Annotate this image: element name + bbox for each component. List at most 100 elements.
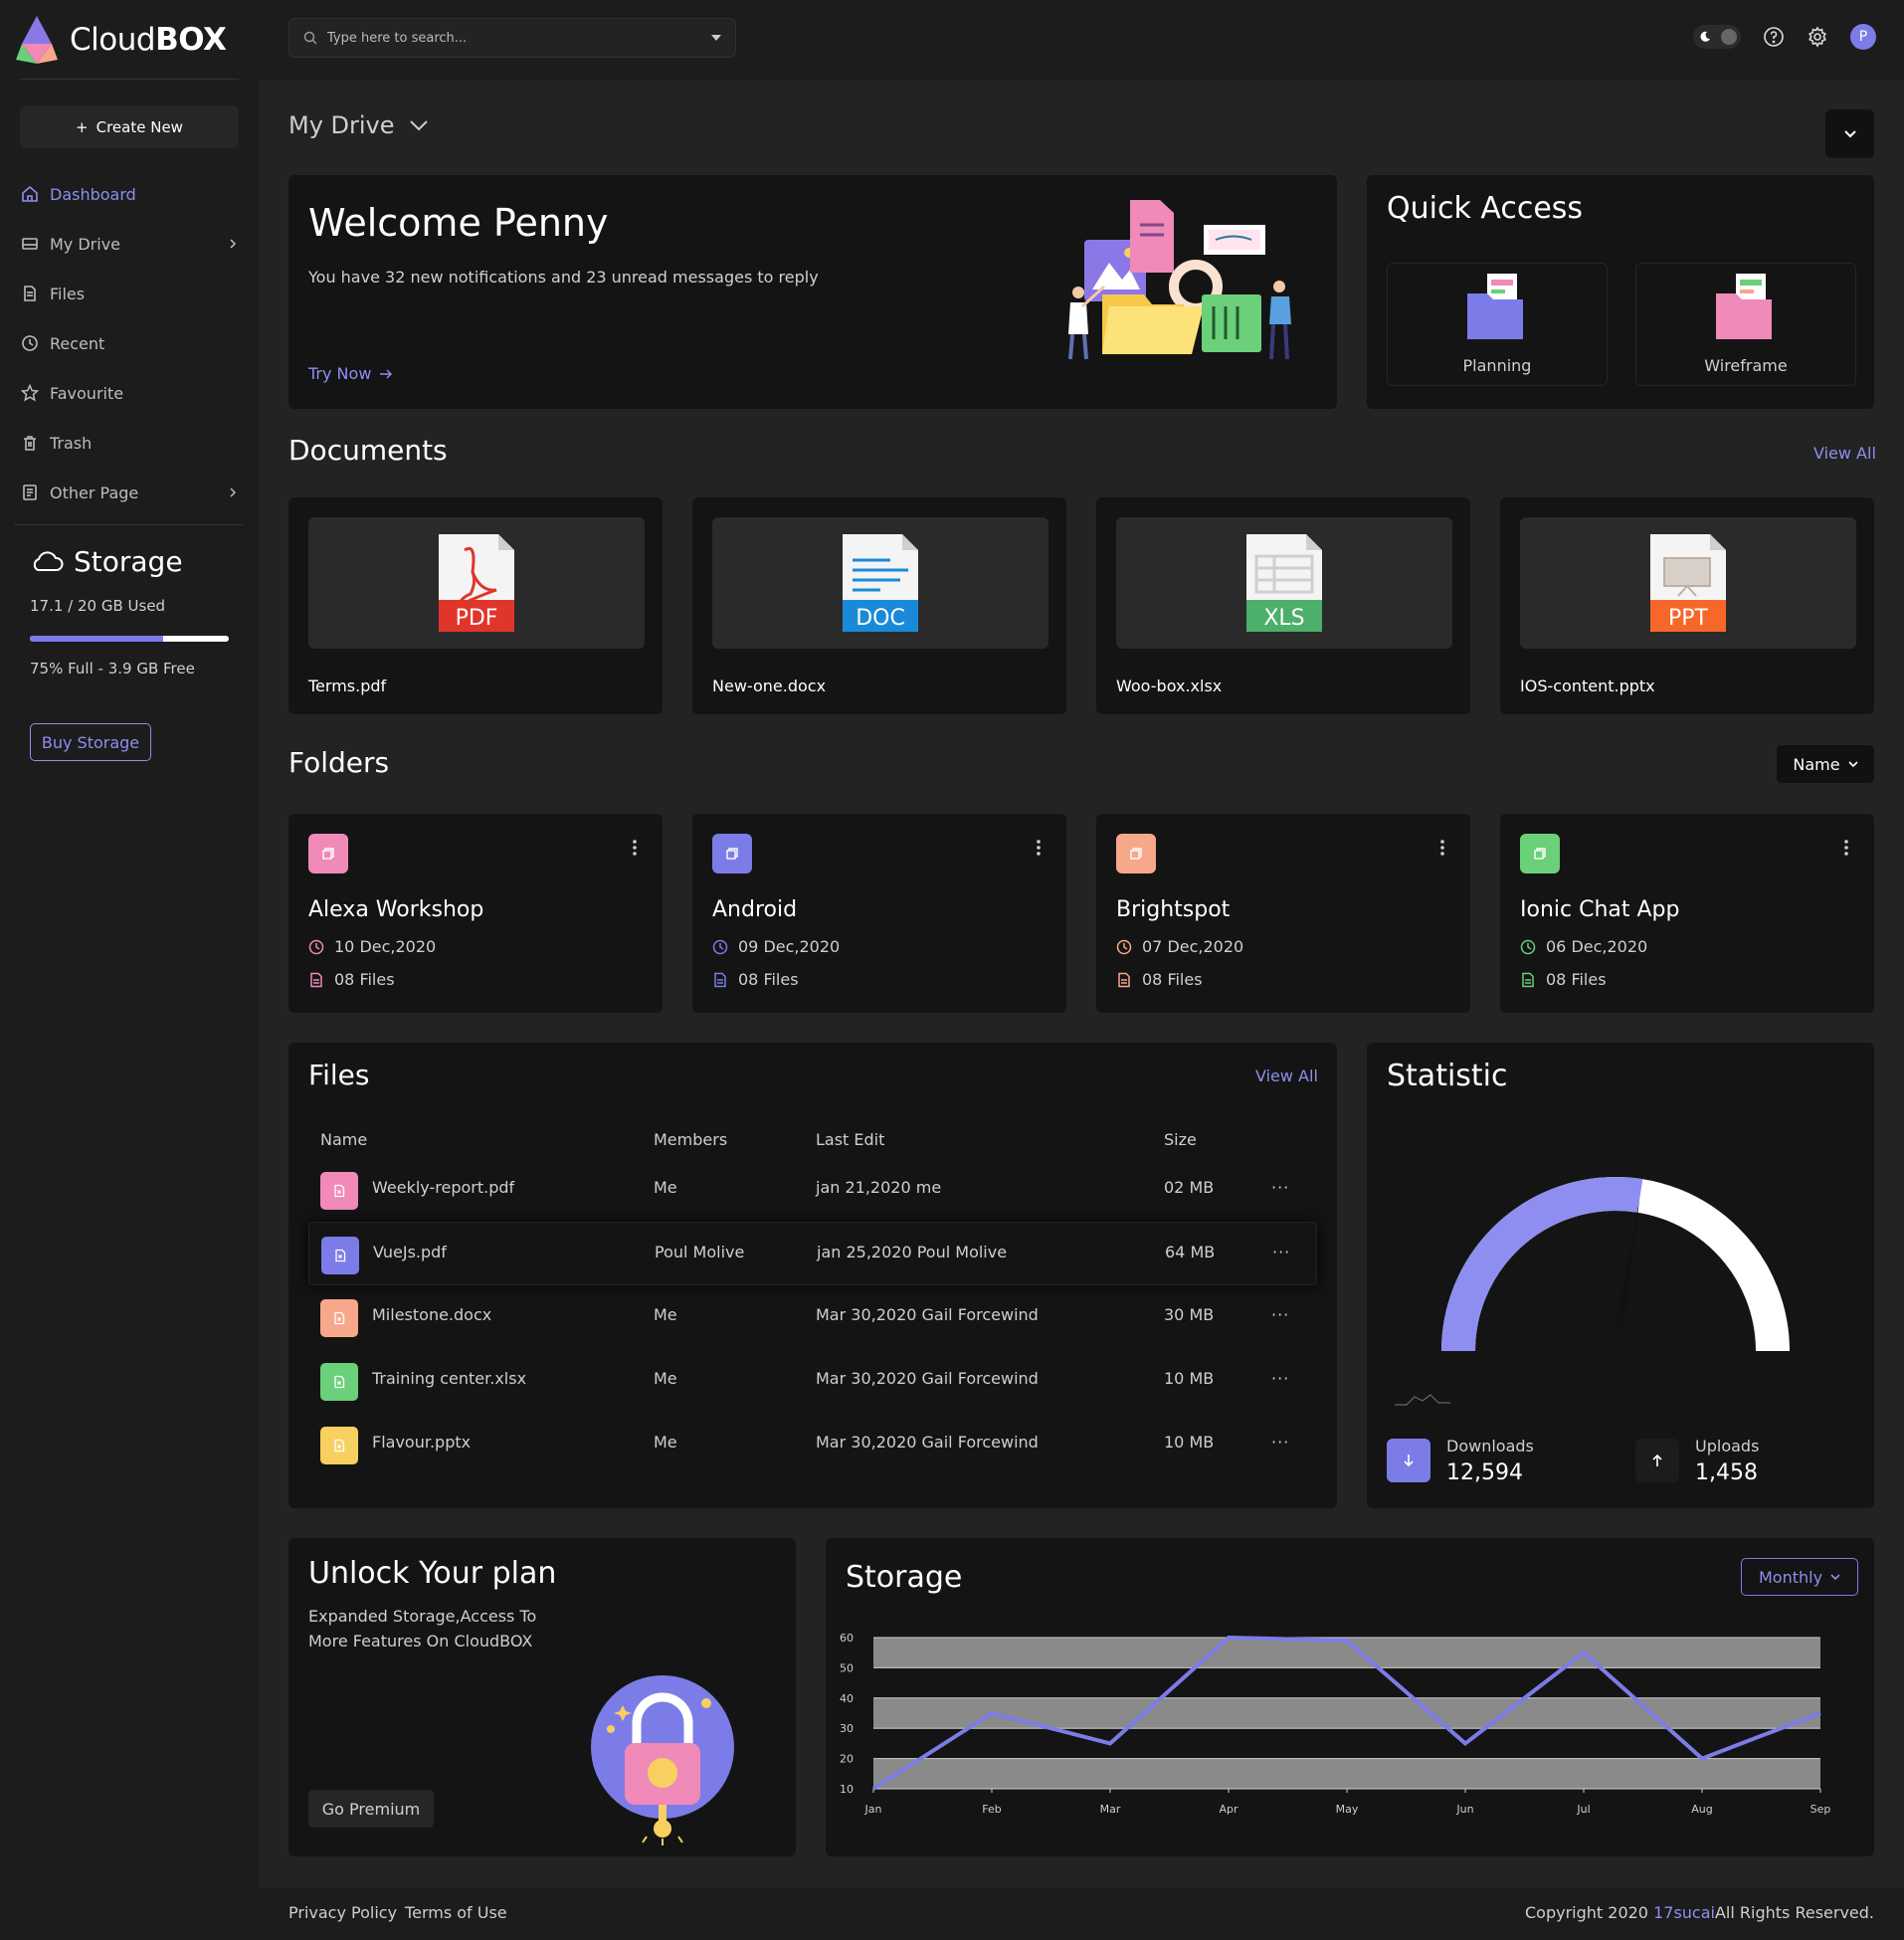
chevron-down-icon — [409, 120, 428, 131]
row-actions-button[interactable]: ··· — [1271, 1433, 1289, 1452]
file-icon — [714, 972, 726, 987]
file-type-label: DOC — [856, 606, 905, 631]
row-actions-button[interactable]: ··· — [1271, 1369, 1289, 1388]
header-actions: P — [1693, 24, 1876, 50]
folder-card[interactable]: Alexa Workshop 10 Dec,2020 08 Files — [288, 814, 663, 1013]
sidebar-item-label: Other Page — [50, 483, 139, 502]
uploads-value: 1,458 — [1695, 1460, 1758, 1485]
document-card[interactable]: PPT IOS-content.pptx — [1500, 497, 1874, 714]
header: P — [259, 0, 1904, 80]
folder-card[interactable]: Android 09 Dec,2020 08 Files — [692, 814, 1066, 1013]
theme-toggle[interactable] — [1693, 25, 1741, 49]
column-header-name[interactable]: Name — [320, 1130, 367, 1149]
sidebar-item-other-page[interactable]: Other Page — [20, 468, 239, 517]
table-row[interactable]: Milestone.docx Me Mar 30,2020 Gail Forcewi… — [308, 1285, 1317, 1349]
create-new-button[interactable]: + Create New — [20, 105, 239, 148]
footer-links: Privacy Policy Terms of Use — [288, 1903, 507, 1922]
y-tick-label: 60 — [840, 1632, 854, 1645]
search-bar[interactable] — [288, 18, 736, 58]
folders-title: Folders — [288, 746, 390, 779]
table-row[interactable]: Weekly-report.pdf Me jan 21,2020 me 02 MB ··… — [308, 1158, 1317, 1222]
table-row[interactable]: VueJs.pdf Poul Molive jan 25,2020 Poul Mol… — [308, 1222, 1317, 1285]
collapse-dropdown-button[interactable] — [1825, 109, 1874, 158]
more-vertical-icon[interactable] — [1844, 840, 1848, 856]
gear-icon[interactable] — [1807, 26, 1828, 48]
more-vertical-icon[interactable] — [1440, 840, 1444, 856]
row-actions-button[interactable]: ··· — [1271, 1178, 1289, 1197]
buy-storage-button[interactable]: Buy Storage — [30, 723, 151, 761]
column-header-last-edit[interactable]: Last Edit — [816, 1130, 884, 1149]
storage-chart-title: Storage — [846, 1560, 963, 1595]
file-type-icon — [320, 1363, 358, 1401]
x-tick-label: Aug — [1691, 1803, 1712, 1816]
caret-down-icon[interactable] — [711, 35, 721, 41]
storage-progress-bar — [30, 636, 229, 642]
sort-name-dropdown[interactable]: Name — [1777, 745, 1874, 783]
more-vertical-icon[interactable] — [633, 840, 637, 856]
sidebar-item-files[interactable]: Files — [20, 269, 239, 318]
more-vertical-icon[interactable] — [1037, 840, 1041, 856]
page-icon — [20, 483, 40, 502]
moon-icon — [1700, 31, 1710, 42]
chart-grid-band — [873, 1758, 1820, 1789]
file-name: Weekly-report.pdf — [372, 1178, 515, 1197]
file-last-edit: Mar 30,2020 Gail Forcewind — [816, 1305, 1039, 1324]
folder-name: Brightspot — [1116, 897, 1231, 922]
folder-date-text: 06 Dec,2020 — [1546, 937, 1648, 956]
folder-date: 09 Dec,2020 — [712, 937, 840, 956]
file-name: Milestone.docx — [372, 1305, 492, 1324]
folder-card[interactable]: Ionic Chat App 06 Dec,2020 08 Files — [1500, 814, 1874, 1013]
row-actions-button[interactable]: ··· — [1272, 1243, 1290, 1261]
document-card[interactable]: XLS Woo-box.xlsx — [1096, 497, 1470, 714]
file-members: Me — [654, 1369, 677, 1388]
try-now-link[interactable]: Try Now — [308, 364, 393, 383]
help-icon[interactable] — [1763, 26, 1785, 48]
document-card[interactable]: PDF Terms.pdf — [288, 497, 663, 714]
sidebar-item-trash[interactable]: Trash — [20, 418, 239, 468]
sidebar-item-dashboard[interactable]: Dashboard — [20, 169, 239, 219]
document-card[interactable]: DOC New-one.docx — [692, 497, 1066, 714]
go-premium-button[interactable]: Go Premium — [308, 1790, 434, 1828]
file-icon — [310, 972, 322, 987]
column-header-size[interactable]: Size — [1164, 1130, 1197, 1149]
folder-card[interactable]: Brightspot 07 Dec,2020 08 Files — [1096, 814, 1470, 1013]
quick-access-wireframe[interactable]: Wireframe — [1635, 263, 1856, 386]
ppt-file-icon: PPT — [1650, 534, 1726, 632]
documents-view-all-link[interactable]: View All — [1813, 444, 1876, 463]
page-title[interactable]: My Drive — [288, 111, 429, 139]
table-row[interactable]: Flavour.pptx Me Mar 30,2020 Gail Forcewind… — [308, 1413, 1317, 1476]
unlock-illustration — [591, 1675, 734, 1845]
sidebar-item-favourite[interactable]: Favourite — [20, 368, 239, 418]
files-illustration — [1068, 200, 1291, 360]
avatar[interactable]: P — [1850, 24, 1876, 50]
period-dropdown[interactable]: Monthly — [1741, 1558, 1858, 1596]
brand-link[interactable]: 17sucai — [1653, 1903, 1715, 1922]
file-last-edit: Mar 30,2020 Gail Forcewind — [816, 1433, 1039, 1452]
files-view-all-link[interactable]: View All — [1255, 1067, 1318, 1085]
sort-label: Name — [1793, 754, 1840, 774]
sidebar-item-my-drive[interactable]: My Drive — [20, 219, 239, 269]
file-type-label: PPT — [1668, 606, 1709, 631]
quick-access-title: Quick Access — [1387, 191, 1584, 226]
sidebar-item-label: Dashboard — [50, 184, 136, 204]
logo[interactable]: CloudBOX — [14, 14, 227, 66]
row-actions-button[interactable]: ··· — [1271, 1305, 1289, 1324]
table-row[interactable]: Training center.xlsx Me Mar 30,2020 Gail F… — [308, 1349, 1317, 1413]
x-tick-label: Apr — [1219, 1803, 1238, 1816]
quick-access-planning[interactable]: Planning — [1387, 263, 1608, 386]
documents-title: Documents — [288, 434, 448, 467]
file-type-label: PDF — [456, 606, 498, 631]
download-button[interactable] — [1387, 1439, 1430, 1482]
search-input[interactable] — [327, 30, 701, 46]
logo-icon — [16, 16, 58, 64]
sidebar-item-recent[interactable]: Recent — [20, 318, 239, 368]
upload-button[interactable] — [1635, 1439, 1679, 1482]
folder-name: Ionic Chat App — [1520, 897, 1680, 922]
divider — [14, 524, 243, 525]
file-size: 02 MB — [1164, 1178, 1215, 1197]
downloads-value: 12,594 — [1446, 1460, 1523, 1485]
terms-of-use-link[interactable]: Terms of Use — [405, 1903, 507, 1922]
privacy-policy-link[interactable]: Privacy Policy — [288, 1903, 397, 1922]
column-header-members[interactable]: Members — [654, 1130, 727, 1149]
unlock-title: Unlock Your plan — [308, 1556, 557, 1591]
